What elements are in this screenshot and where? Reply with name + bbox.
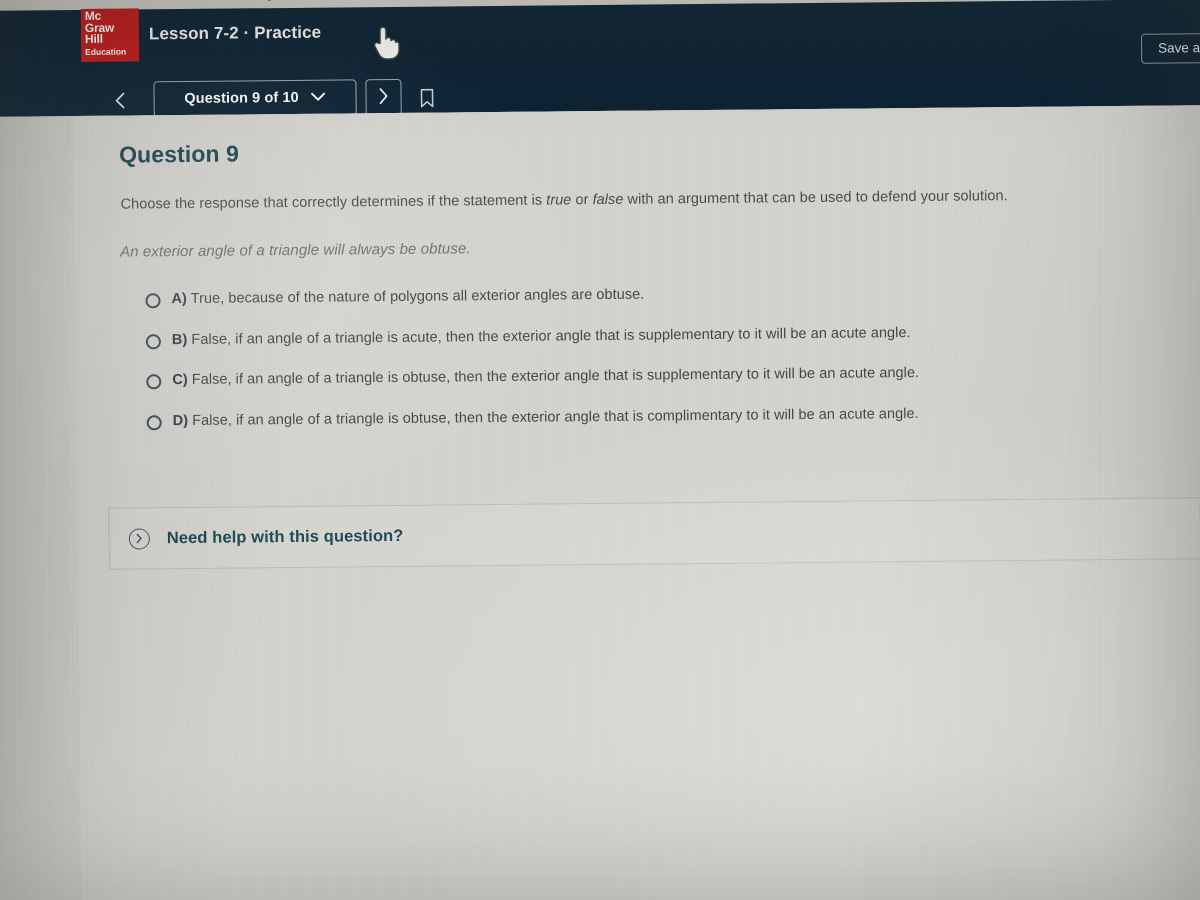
question-statement: An exterior angle of a triangle will alw… (119, 240, 471, 261)
page-body: Question 9 Choose the response that corr… (0, 105, 1200, 900)
page-title: Question 9 (118, 140, 240, 168)
radio-button-d[interactable] (146, 414, 162, 430)
chevron-left-icon[interactable] (110, 90, 130, 112)
radio-button-b[interactable] (145, 333, 161, 349)
radio-button-c[interactable] (146, 374, 162, 390)
lesson-title: Lesson 7-2 · Practice (148, 22, 322, 44)
app-header: Mc Graw Hill Education Lesson 7-2 · Prac… (0, 0, 1200, 118)
screen-surface: ...delivery-ui/v1.44.0/assessment/page/9… (0, 0, 1200, 900)
need-help-panel[interactable]: Need help with this question? (108, 497, 1200, 570)
chevron-right-circle-icon (128, 527, 150, 550)
question-picker-label: Question 9 of 10 (184, 89, 299, 107)
mcgraw-hill-logo[interactable]: Mc Graw Hill Education (80, 8, 140, 62)
need-help-label: Need help with this question? (166, 526, 404, 547)
logo-line-3: Hill (84, 31, 103, 46)
stem-suffix: with an argument that can be used to def… (623, 188, 1008, 208)
photographed-screen: ...delivery-ui/v1.44.0/assessment/page/9… (0, 0, 1200, 900)
answer-option-d[interactable]: D) False, if an angle of a triangle is o… (146, 402, 1197, 453)
stem-prefix: Choose the response that correctly deter… (120, 192, 547, 213)
stem-false-word: false (592, 191, 624, 209)
answer-options-list: A) True, because of the nature of polygo… (145, 280, 1197, 452)
chevron-down-icon (311, 90, 326, 106)
option-body-a: True, because of the nature of polygons … (190, 286, 645, 307)
stem-or-word: or (571, 192, 593, 209)
option-letter-d: D) (172, 412, 189, 429)
radio-button-a[interactable] (145, 293, 161, 309)
logo-line-4: Education (85, 46, 127, 57)
next-question-button[interactable] (365, 78, 402, 118)
answer-option-a-text: A) True, because of the nature of polygo… (171, 286, 644, 310)
bookmark-icon[interactable] (414, 85, 438, 111)
question-picker-dropdown[interactable]: Question 9 of 10 (153, 79, 357, 118)
pointing-hand-cursor (368, 21, 402, 61)
save-and-exit-button[interactable]: Save and (1140, 32, 1200, 64)
option-letter-b: B) (171, 331, 188, 348)
option-letter-c: C) (172, 371, 188, 389)
option-letter-a: A) (171, 290, 187, 308)
question-stem: Choose the response that correctly deter… (121, 188, 1008, 213)
address-bar-url[interactable]: ...delivery-ui/v1.44.0/assessment/page/9… (218, 0, 728, 2)
stem-true-word: true (546, 192, 572, 209)
question-content-sheet: Question 9 Choose the response that corr… (73, 105, 1200, 900)
chevron-right-icon (376, 86, 390, 111)
